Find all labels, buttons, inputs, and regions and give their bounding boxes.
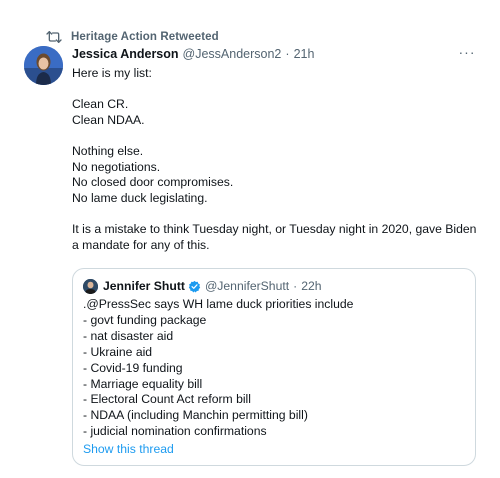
- separator-dot: ·: [293, 279, 298, 293]
- retweet-icon: [46, 30, 62, 44]
- text-line: a mandate for any of this.: [72, 237, 210, 252]
- paragraph-spacer: [72, 128, 482, 144]
- text-line: Nothing else.: [72, 143, 144, 158]
- retweet-context[interactable]: Heritage Action Retweeted: [46, 30, 219, 44]
- verified-icon: [188, 280, 201, 293]
- text-line: It is a mistake to think Tuesday night, …: [72, 221, 477, 236]
- text-line: - Covid-19 funding: [83, 360, 183, 375]
- paragraph: Here is my list:: [72, 66, 482, 82]
- text-line: No closed door compromises.: [72, 175, 234, 190]
- timestamp[interactable]: 21h: [294, 47, 315, 61]
- text-line: .@PressSec says WH lame duck priorities …: [83, 297, 354, 311]
- quoted-avatar: [83, 278, 98, 294]
- retweet-label: Heritage Action Retweeted: [71, 31, 219, 43]
- quoted-timestamp: 22h: [301, 279, 322, 293]
- show-thread-link[interactable]: Show this thread: [83, 442, 174, 456]
- text-line: - Ukraine aid: [83, 344, 153, 359]
- paragraph-spacer: [72, 82, 482, 98]
- text-line: - judicial nomination confirmations: [83, 424, 267, 439]
- quoted-tweet-header: Jennifer Shutt @JenniferShutt · 22h: [83, 278, 322, 294]
- paragraph: Clean CR. Clean NDAA.: [72, 97, 482, 128]
- paragraph: Nothing else. No negotiations. No closed…: [72, 144, 482, 206]
- quoted-author-name: Jennifer Shutt: [103, 279, 185, 293]
- avatar[interactable]: [24, 46, 63, 85]
- separator-dot: ·: [285, 47, 290, 61]
- quoted-tweet[interactable]: Jennifer Shutt @JenniferShutt · 22h .@Pr…: [72, 268, 476, 466]
- tweet-text: Here is my list: Clean CR. Clean NDAA. N…: [72, 66, 482, 253]
- author-handle[interactable]: @JessAnderson2: [183, 47, 282, 61]
- quoted-tweet-text: .@PressSec says WH lame duck priorities …: [83, 297, 463, 440]
- quoted-author-handle: @JenniferShutt: [204, 279, 290, 293]
- text-line: Clean CR.: [72, 97, 129, 112]
- text-line: - Electoral Count Act reform bill: [83, 392, 251, 407]
- text-line: No negotiations.: [72, 159, 161, 174]
- text-line: - govt funding package: [83, 312, 207, 327]
- paragraph: It is a mistake to think Tuesday night, …: [72, 222, 482, 253]
- text-line: - Marriage equality bill: [83, 376, 203, 391]
- tweet-header: Jessica Anderson @JessAnderson2 · 21h ··…: [72, 45, 476, 62]
- paragraph-spacer: [72, 206, 482, 222]
- text-line: No lame duck legislating.: [72, 190, 208, 205]
- text-line: Here is my list:: [72, 66, 152, 80]
- tweet[interactable]: Heritage Action Retweeted Jessica Anders…: [0, 0, 500, 478]
- author-name[interactable]: Jessica Anderson: [72, 47, 179, 61]
- more-icon[interactable]: ···: [458, 45, 476, 62]
- text-line: Clean NDAA.: [72, 112, 145, 127]
- text-line: - nat disaster aid: [83, 328, 174, 343]
- text-line: - NDAA (including Manchin permitting bil…: [83, 408, 308, 423]
